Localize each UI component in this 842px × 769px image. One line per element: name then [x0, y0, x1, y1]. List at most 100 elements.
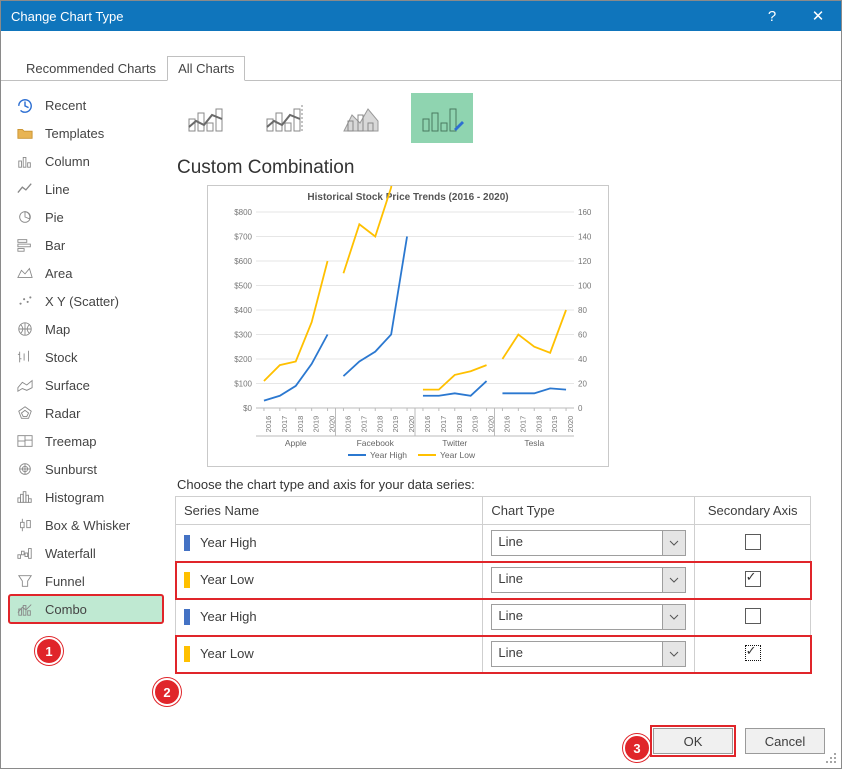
svg-text:20: 20	[578, 380, 587, 389]
chevron-down-icon	[663, 567, 686, 593]
category-stock[interactable]: Stock	[9, 343, 163, 371]
combo-subtype-2[interactable]	[255, 93, 317, 143]
svg-text:$700: $700	[234, 233, 252, 242]
chevron-down-icon	[663, 641, 686, 667]
dialog-title: Change Chart Type	[1, 9, 749, 24]
svg-text:2019: 2019	[471, 416, 480, 433]
category-treemap[interactable]: Treemap	[9, 427, 163, 455]
series-name-cell: Year High	[176, 525, 483, 562]
svg-text:60: 60	[578, 331, 587, 340]
category-sunburst[interactable]: Sunburst	[9, 455, 163, 483]
combo-subtype-custom[interactable]	[411, 93, 473, 143]
svg-text:$0: $0	[243, 404, 252, 413]
chevron-down-icon	[663, 530, 686, 556]
chart-type-select[interactable]: Line	[491, 641, 686, 667]
svg-text:2020: 2020	[566, 416, 575, 433]
tab-all-charts[interactable]: All Charts	[167, 56, 245, 81]
svg-text:Year Low: Year Low	[440, 450, 476, 460]
svg-text:2017: 2017	[439, 416, 448, 433]
secondary-axis-checkbox[interactable]	[745, 645, 761, 661]
close-button[interactable]: ✕	[795, 1, 841, 31]
category-line[interactable]: Line	[9, 175, 163, 203]
series-name-cell: Year Low	[176, 636, 483, 673]
annotation-1: 1	[35, 637, 63, 665]
category-area[interactable]: Area	[9, 259, 163, 287]
chart-type-select[interactable]: Line	[491, 604, 686, 630]
svg-text:$500: $500	[234, 282, 252, 291]
chart-type-select[interactable]: Line	[491, 567, 686, 593]
category-x-y-scatter-[interactable]: X Y (Scatter)	[9, 287, 163, 315]
category-sidebar: RecentTemplatesColumnLinePieBarAreaX Y (…	[1, 81, 171, 721]
col-secondary-axis: Secondary Axis	[695, 497, 811, 525]
category-recent[interactable]: Recent	[9, 91, 163, 119]
chart-preview[interactable]: Historical Stock Price Trends (2016 - 20…	[207, 185, 609, 467]
svg-text:$300: $300	[234, 331, 252, 340]
combo-subtype-3[interactable]	[333, 93, 395, 143]
svg-text:2016: 2016	[343, 416, 352, 433]
svg-text:2018: 2018	[455, 416, 464, 433]
series-row: Year High Line	[176, 599, 811, 636]
category-histogram[interactable]: Histogram	[9, 483, 163, 511]
series-name-cell: Year High	[176, 599, 483, 636]
combo-subtype-1[interactable]	[177, 93, 239, 143]
category-funnel[interactable]: Funnel	[9, 567, 163, 595]
svg-text:Twitter: Twitter	[442, 438, 467, 448]
category-radar[interactable]: Radar	[9, 399, 163, 427]
svg-text:2016: 2016	[423, 416, 432, 433]
svg-text:2018: 2018	[534, 416, 543, 433]
category-combo[interactable]: Combo	[9, 595, 163, 623]
main-panel: Custom Combination Historical Stock Pric…	[171, 81, 841, 721]
svg-text:$800: $800	[234, 208, 252, 217]
series-table: Series Name Chart Type Secondary Axis Ye…	[175, 496, 811, 673]
series-row: Year LowLine	[176, 562, 811, 599]
combo-subtypes	[171, 89, 817, 155]
series-instruction: Choose the chart type and axis for your …	[177, 477, 817, 492]
annotation-2: 2	[153, 678, 181, 706]
svg-text:80: 80	[578, 306, 587, 315]
chart-type-select[interactable]: Line	[491, 530, 686, 556]
svg-text:120: 120	[578, 257, 592, 266]
svg-text:2019: 2019	[391, 416, 400, 433]
svg-text:Apple: Apple	[285, 438, 307, 448]
chevron-down-icon	[663, 604, 686, 630]
svg-text:Tesla: Tesla	[524, 438, 544, 448]
titlebar: Change Chart Type ? ✕	[1, 1, 841, 31]
svg-text:40: 40	[578, 355, 587, 364]
tabstrip: Recommended Charts All Charts	[1, 55, 841, 81]
resize-grip[interactable]	[825, 752, 837, 764]
change-chart-type-dialog: Change Chart Type ? ✕ Recommended Charts…	[0, 0, 842, 769]
secondary-axis-checkbox[interactable]	[745, 608, 761, 624]
secondary-axis-checkbox[interactable]	[745, 571, 761, 587]
subtype-heading: Custom Combination	[177, 157, 817, 179]
series-row: Year Low Line	[176, 636, 811, 673]
help-button[interactable]: ?	[749, 1, 795, 31]
ok-button[interactable]: OK	[653, 728, 733, 754]
category-surface[interactable]: Surface	[9, 371, 163, 399]
category-waterfall[interactable]: Waterfall	[9, 539, 163, 567]
category-pie[interactable]: Pie	[9, 203, 163, 231]
svg-text:2017: 2017	[359, 416, 368, 433]
svg-text:100: 100	[578, 282, 592, 291]
svg-text:140: 140	[578, 233, 592, 242]
svg-text:2017: 2017	[280, 416, 289, 433]
cancel-button[interactable]: Cancel	[745, 728, 825, 754]
tab-recommended[interactable]: Recommended Charts	[15, 56, 167, 81]
svg-text:Facebook: Facebook	[357, 438, 395, 448]
category-bar[interactable]: Bar	[9, 231, 163, 259]
series-row: Year High Line	[176, 525, 811, 562]
category-column[interactable]: Column	[9, 147, 163, 175]
svg-text:2016: 2016	[502, 416, 511, 433]
svg-text:2019: 2019	[312, 416, 321, 433]
col-series-name: Series Name	[176, 497, 483, 525]
category-templates[interactable]: Templates	[9, 119, 163, 147]
svg-text:2018: 2018	[296, 416, 305, 433]
svg-text:$200: $200	[234, 355, 252, 364]
svg-text:160: 160	[578, 208, 592, 217]
category-map[interactable]: Map	[9, 315, 163, 343]
svg-text:$600: $600	[234, 257, 252, 266]
svg-text:Year High: Year High	[370, 450, 407, 460]
category-box-whisker[interactable]: Box & Whisker	[9, 511, 163, 539]
secondary-axis-checkbox[interactable]	[745, 534, 761, 550]
svg-text:2019: 2019	[550, 416, 559, 433]
annotation-3: 3	[623, 734, 651, 762]
